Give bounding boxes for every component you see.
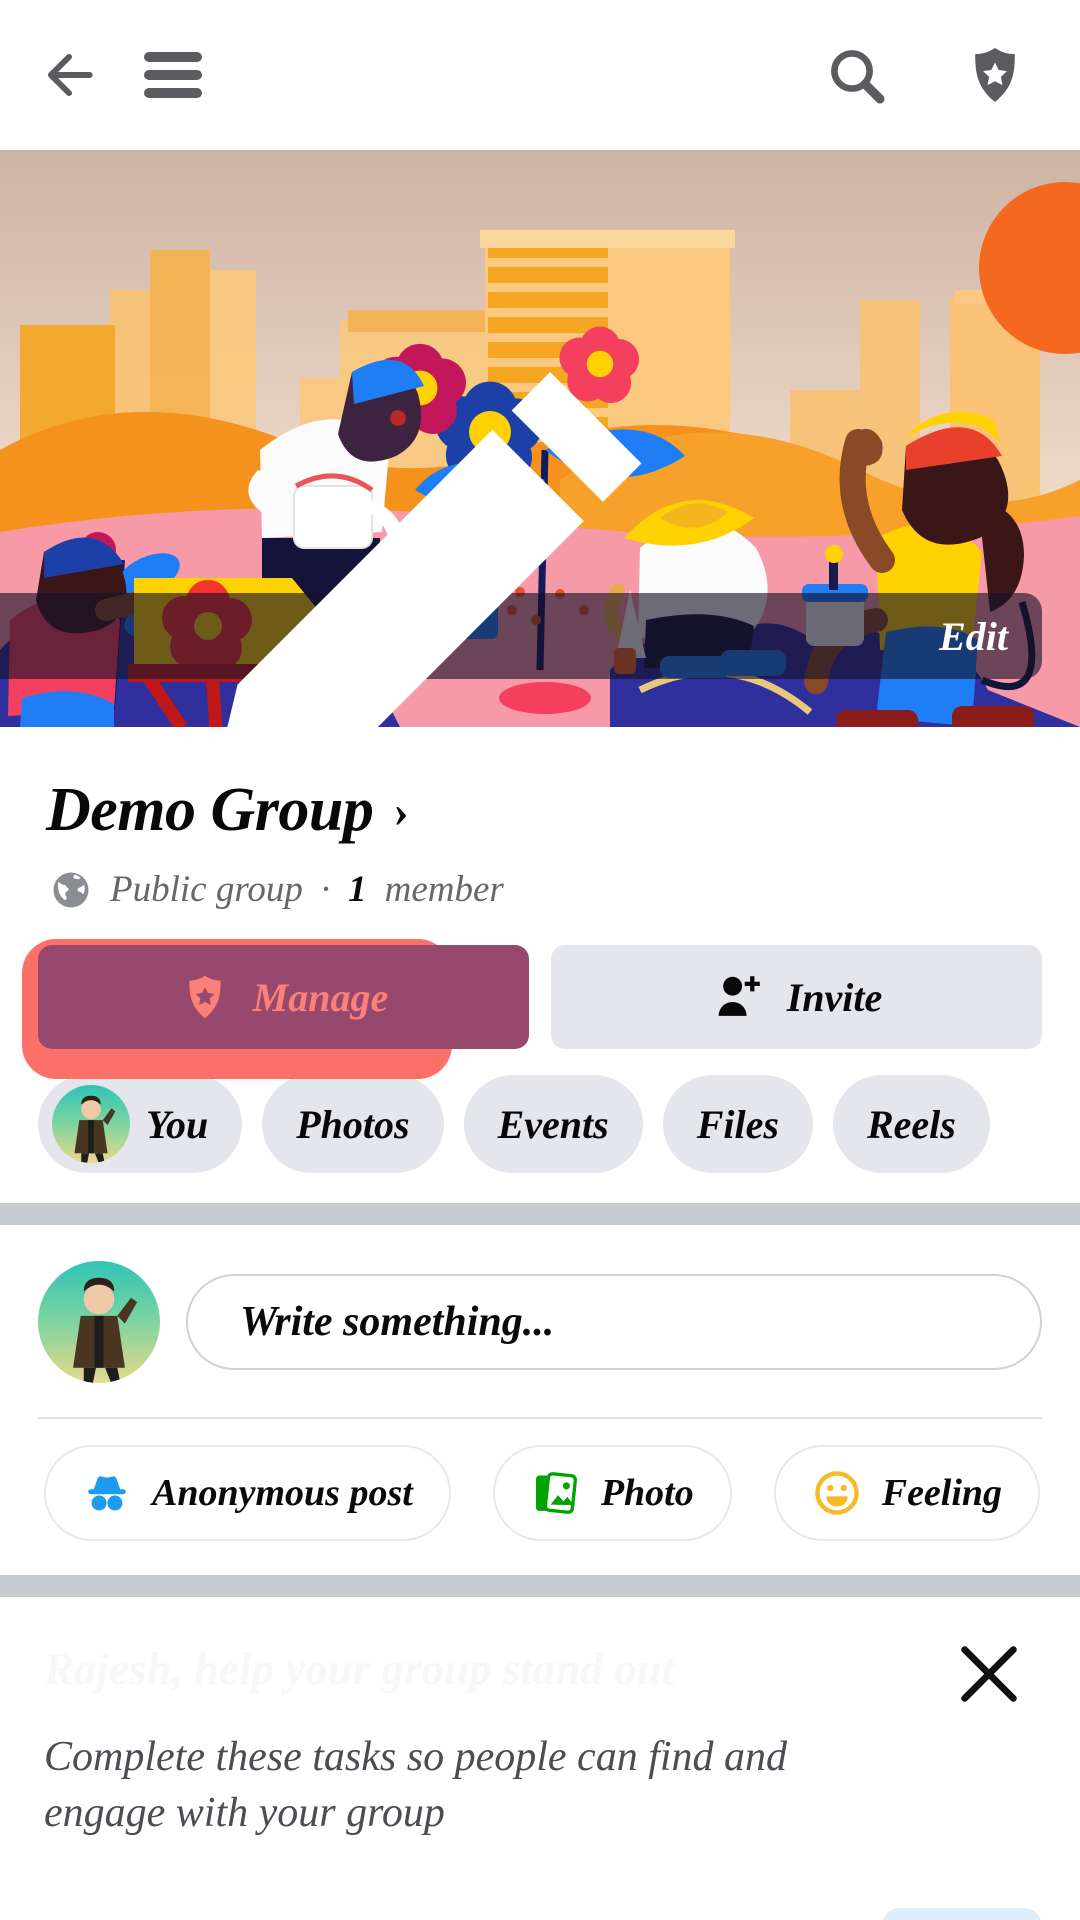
smiley-icon: [814, 1471, 859, 1515]
incognito-icon: [88, 1476, 126, 1511]
hamburger-menu-icon: [144, 70, 202, 80]
page-title: Demo Group: [46, 776, 374, 844]
menu-button[interactable]: [144, 52, 202, 98]
section-divider: [0, 1203, 1080, 1225]
task-row[interactable]: [44, 1907, 1042, 1920]
user-avatar-icon: [38, 1261, 160, 1383]
chip-you[interactable]: You: [38, 1075, 243, 1173]
primary-action-row: Manage Invite: [0, 911, 1080, 1079]
chevron-right-icon: ›: [393, 784, 409, 836]
group-privacy-label: Public group: [110, 869, 303, 910]
group-info-section: Demo Group › Public group · 1 member Man…: [0, 727, 1080, 1920]
group-tasks-card: Rajesh, help your group stand out Comple…: [0, 1597, 1080, 1920]
action-label: Anonymous post: [152, 1472, 413, 1514]
chip-label: Reels: [866, 1101, 956, 1147]
chip-photos[interactable]: Photos: [262, 1075, 444, 1173]
person-add-icon: [718, 976, 760, 1016]
manage-button[interactable]: Manage: [38, 945, 529, 1049]
shield-star-icon: [975, 48, 1015, 102]
search-icon: [831, 50, 885, 104]
user-avatar-icon: [52, 1085, 130, 1163]
top-bar-left-group: [0, 44, 202, 106]
globe-icon: [53, 872, 89, 907]
action-label: Feeling: [881, 1472, 1003, 1514]
tasks-title: Rajesh, help your group stand out: [44, 1644, 675, 1694]
member-count: 1: [348, 869, 367, 910]
section-divider: [0, 1575, 1080, 1597]
composer-actions: Anonymous post Photo Feeling: [0, 1419, 1080, 1575]
back-button[interactable]: [38, 44, 100, 106]
admin-shield-button[interactable]: [962, 42, 1028, 108]
edit-cover-label: Edit: [939, 613, 1008, 659]
hamburger-menu-icon: [144, 88, 202, 98]
tasks-subtitle: Complete these tasks so people can find …: [44, 1733, 788, 1837]
invite-label: Invite: [786, 974, 883, 1020]
chip-label: Photos: [296, 1101, 410, 1147]
manage-label: Manage: [252, 974, 389, 1020]
avatar: [52, 1085, 130, 1163]
group-meta: Public group · 1 member: [0, 846, 1080, 911]
top-bar-right-group: [824, 42, 1080, 108]
search-button[interactable]: [824, 43, 888, 107]
chip-label: Events: [497, 1101, 609, 1147]
group-title-row[interactable]: Demo Group ›: [0, 727, 1080, 846]
chip-label: You: [146, 1101, 209, 1147]
composer-placeholder: Write something...: [240, 1299, 555, 1345]
pencil-icon: [227, 371, 642, 727]
hamburger-menu-icon: [144, 52, 202, 62]
close-tasks-button[interactable]: [950, 1635, 1028, 1713]
edit-cover-button[interactable]: Edit: [0, 371, 1042, 727]
chip-files[interactable]: Files: [662, 1075, 813, 1173]
cover-photo[interactable]: Edit: [0, 150, 1080, 727]
close-icon: [961, 1646, 1017, 1702]
photo-button[interactable]: Photo: [492, 1445, 732, 1541]
feeling-button[interactable]: Feeling: [773, 1445, 1041, 1541]
top-app-bar: [0, 0, 1080, 150]
composer-avatar[interactable]: [38, 1261, 160, 1383]
chip-label: Files: [696, 1101, 779, 1147]
arrow-left-icon: [47, 53, 93, 97]
group-screen: Edit Demo Group › Public group · 1 membe…: [0, 0, 1080, 1920]
shield-star-icon: [189, 975, 221, 1019]
meta-separator: ·: [320, 869, 331, 910]
anonymous-post-button[interactable]: Anonymous post: [44, 1445, 451, 1541]
cover-photo-task-icon: [44, 1913, 130, 1920]
photo-icon: [535, 1472, 577, 1514]
chip-reels[interactable]: Reels: [832, 1075, 990, 1173]
write-something-input[interactable]: Write something...: [186, 1274, 1042, 1370]
member-label: member: [384, 869, 504, 910]
invite-button[interactable]: Invite: [551, 945, 1042, 1049]
action-label: Photo: [600, 1472, 694, 1514]
chip-events[interactable]: Events: [463, 1075, 643, 1173]
post-composer: Write something...: [0, 1225, 1080, 1383]
task-cta-button[interactable]: [882, 1907, 1042, 1920]
